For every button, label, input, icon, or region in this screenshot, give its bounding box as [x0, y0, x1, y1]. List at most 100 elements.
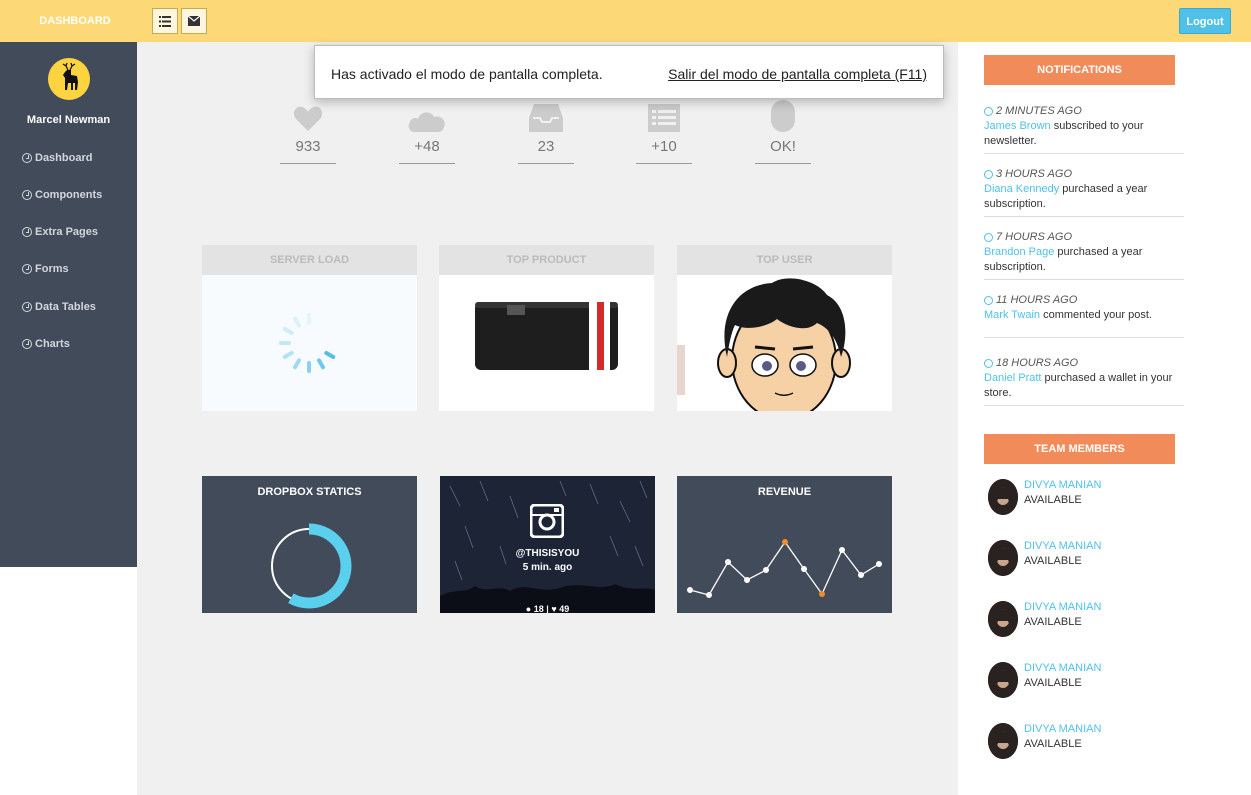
member-status: AVAILABLE [1024, 738, 1082, 750]
sidebar-item-label: Data Tables [35, 301, 96, 313]
stat-value: 933 [280, 138, 336, 164]
panel-title: TOP USER [677, 245, 892, 275]
notification-item[interactable]: 7 HOURS AGO Brandon Page purchased a yea… [984, 230, 1184, 280]
notification-user-link[interactable]: Brandon Page [984, 246, 1054, 258]
notification-time: 3 HOURS AGO [996, 168, 1072, 180]
logout-button[interactable]: Logout [1179, 8, 1231, 34]
instagram-handle: @THISISYOU [515, 548, 580, 559]
sidebar-item-label: Components [35, 189, 103, 201]
notification-user-link[interactable]: Mark Twain [984, 309, 1040, 321]
member-status: AVAILABLE [1024, 494, 1082, 506]
notification-time: 11 HOURS AGO [996, 294, 1078, 306]
member-status: AVAILABLE [1024, 616, 1082, 628]
clock-icon [984, 296, 993, 305]
like-count: 49 [559, 604, 570, 613]
notification-user-link[interactable]: James Brown [984, 120, 1051, 132]
extra-pages-icon [22, 227, 32, 237]
deer-icon [62, 62, 78, 90]
member-status: AVAILABLE [1024, 555, 1082, 567]
notifications-title: NOTIFICATIONS [984, 55, 1175, 85]
mouse-icon [771, 100, 795, 132]
wallet-image [475, 302, 618, 370]
sidebar-item-forms[interactable]: Forms [22, 263, 69, 275]
member-name[interactable]: DIVYA MANIAN [1024, 723, 1101, 735]
stat-value: +10 [636, 138, 692, 164]
revenue-panel: REVENUE [677, 476, 892, 613]
notification-user-link[interactable]: Daniel Pratt [984, 372, 1041, 384]
panel-title: SERVER LOAD [202, 245, 417, 275]
top-user-panel: TOP USER [677, 245, 892, 411]
clock-icon [984, 170, 993, 179]
avatar[interactable] [48, 58, 90, 100]
cartoon-user-avatar [677, 278, 851, 411]
sidebar: Marcel Newman Dashboard Components Extra… [0, 42, 137, 567]
member-status: AVAILABLE [1024, 677, 1082, 689]
server-load-panel: SERVER LOAD [202, 245, 417, 411]
avatar [988, 479, 1018, 515]
instagram-icon [530, 504, 564, 538]
stat-value: OK! [755, 138, 811, 164]
sidebar-item-label: Forms [35, 263, 69, 275]
sidebar-item-charts[interactable]: Charts [22, 338, 70, 350]
member-name[interactable]: DIVYA MANIAN [1024, 540, 1101, 552]
envelope-icon [188, 16, 200, 26]
stats-separator: | [546, 604, 549, 613]
notification-item[interactable]: 3 HOURS AGO Diana Kennedy purchased a ye… [984, 167, 1184, 217]
stat-value: +48 [399, 138, 455, 164]
notification-user-link[interactable]: Diana Kennedy [984, 183, 1059, 195]
sidebar-item-extra-pages[interactable]: Extra Pages [22, 226, 98, 238]
top-product-panel: TOP PRODUCT [439, 245, 654, 411]
stat-value: 23 [518, 138, 574, 164]
notification-item[interactable]: 18 HOURS AGO Daniel Pratt purchased a wa… [984, 356, 1184, 406]
sidebar-item-label: Charts [35, 338, 70, 350]
loading-spinner-icon [279, 313, 336, 373]
charts-icon [22, 339, 32, 349]
sidebar-item-dashboard[interactable]: Dashboard [22, 152, 92, 164]
fullscreen-message: Has activado el modo de pantalla complet… [331, 66, 603, 82]
heart-icon [293, 106, 323, 131]
list-icon [159, 15, 171, 27]
team-member[interactable]: DIVYA MANIAN AVAILABLE [988, 540, 1178, 580]
avatar [988, 662, 1018, 698]
team-member[interactable]: DIVYA MANIAN AVAILABLE [988, 479, 1178, 519]
inbox-icon [529, 104, 563, 132]
list-icon [648, 104, 680, 132]
top-bar: DASHBOARD Logout [0, 0, 1251, 42]
clock-icon [984, 233, 993, 242]
comment-icon: ● [525, 604, 532, 613]
clock-icon [984, 107, 993, 116]
team-member[interactable]: DIVYA MANIAN AVAILABLE [988, 723, 1178, 763]
team-member[interactable]: DIVYA MANIAN AVAILABLE [988, 662, 1178, 702]
instagram-panel: @THISISYOU 5 min. ago ● 18 | ♥ 49 [440, 476, 655, 613]
donut-chart [266, 523, 352, 609]
sidebar-item-components[interactable]: Components [22, 189, 102, 201]
member-name[interactable]: DIVYA MANIAN [1024, 479, 1101, 491]
notification-time: 7 HOURS AGO [996, 231, 1072, 243]
notification-text: commented your post. [1040, 309, 1152, 321]
user-name: Marcel Newman [26, 114, 111, 126]
notification-item[interactable]: 11 HOURS AGO Mark Twain commented your p… [984, 293, 1184, 338]
notification-item[interactable]: 2 MINUTES AGO James Brown subscribed to … [984, 104, 1184, 154]
member-name[interactable]: DIVYA MANIAN [1024, 601, 1101, 613]
notification-time: 2 MINUTES AGO [996, 105, 1082, 117]
brand-title[interactable]: DASHBOARD [0, 0, 150, 42]
list-toggle-button[interactable] [152, 8, 178, 34]
member-name[interactable]: DIVYA MANIAN [1024, 662, 1101, 674]
exit-fullscreen-link[interactable]: Salir del modo de pantalla completa (F11… [668, 66, 927, 82]
main-content: 933 +48 23 +10 OK! SERVER LOAD TOP PRODU… [137, 42, 958, 795]
panel-title: TOP PRODUCT [439, 245, 654, 275]
data-tables-icon [22, 302, 32, 312]
sidebar-item-data-tables[interactable]: Data Tables [22, 301, 96, 313]
panel-title: DROPBOX STATICS [257, 486, 362, 498]
mail-button[interactable] [181, 8, 207, 34]
team-members-title: TEAM MEMBERS [984, 434, 1175, 464]
avatar [988, 540, 1018, 576]
dashboard-icon [22, 153, 32, 163]
cloud-icon [408, 112, 445, 132]
panel-title: REVENUE [757, 486, 812, 498]
instagram-time: 5 min. ago [522, 562, 573, 573]
avatar [988, 601, 1018, 637]
components-icon [22, 190, 32, 200]
dropbox-statics-panel: DROPBOX STATICS [202, 476, 417, 613]
team-member[interactable]: DIVYA MANIAN AVAILABLE [988, 601, 1178, 641]
